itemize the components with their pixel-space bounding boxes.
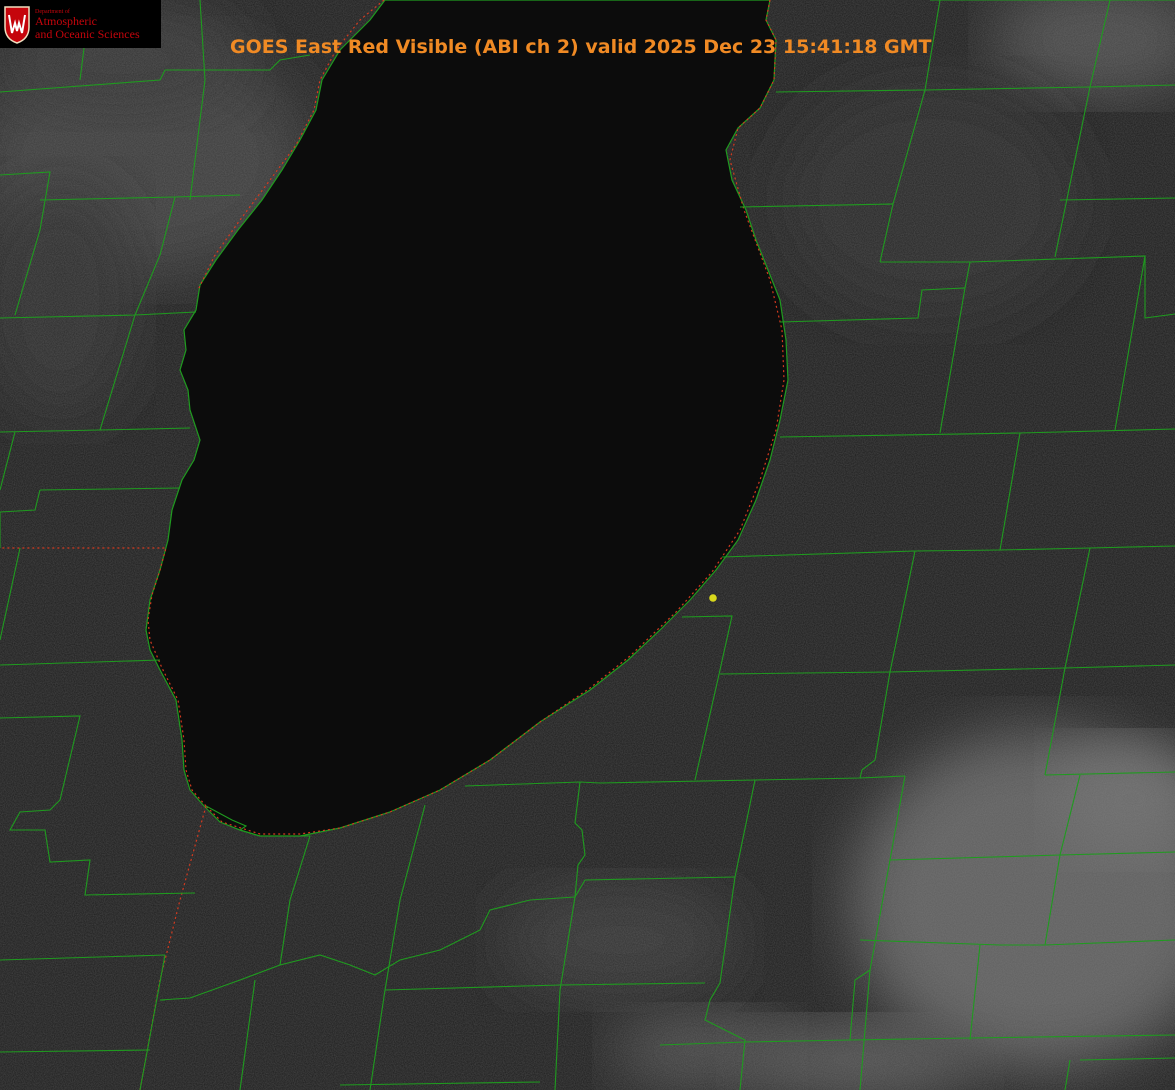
location-marker <box>709 594 717 602</box>
uw-aos-logo: Department of Atmospheric and Oceanic Sc… <box>0 0 161 48</box>
logo-line-2: and Oceanic Sciences <box>35 27 140 41</box>
uw-crest-icon <box>4 6 30 44</box>
logo-line-1: Atmospheric <box>35 14 97 28</box>
image-title: GOES East Red Visible (ABI ch 2) valid 2… <box>230 36 932 58</box>
satellite-map <box>0 0 1175 1090</box>
